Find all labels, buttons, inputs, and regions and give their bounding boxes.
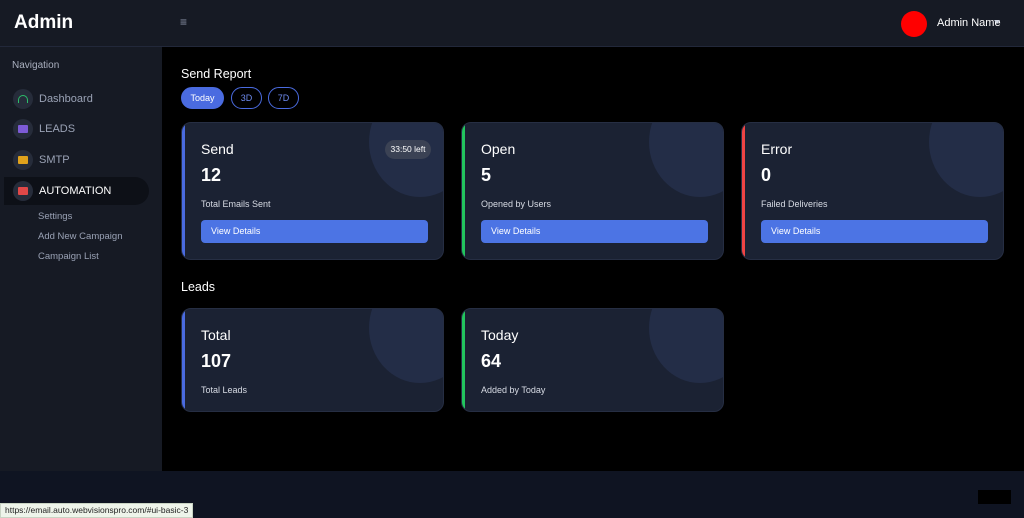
card-value: 5	[481, 165, 492, 185]
sidebar-heading: Navigation	[12, 60, 60, 71]
sidebar-item-leads[interactable]: LEADS	[4, 115, 149, 143]
total-leads-card: Total 107 Total Leads	[181, 308, 444, 412]
footer-widget	[978, 490, 1011, 504]
card-title: Send	[201, 141, 234, 157]
sidebar-subitem-settings[interactable]: Settings	[38, 211, 72, 222]
card-subtitle: Total Leads	[201, 385, 248, 395]
sidebar-item-label: Dashboard	[39, 93, 93, 105]
view-details-button[interactable]: View Details	[761, 220, 988, 243]
filter-7d-button[interactable]: 7D	[268, 87, 299, 109]
open-card: Open 5 Opened by Users View Details	[461, 122, 724, 260]
card-value: 107	[201, 351, 232, 371]
card-decoration	[369, 309, 443, 383]
card-accent-bar	[182, 123, 185, 259]
card-title: Total	[201, 327, 231, 343]
section-title-send-report: Send Report	[181, 67, 252, 81]
card-value: 64	[481, 351, 502, 371]
card-title: Today	[481, 327, 519, 343]
card-subtitle: Opened by Users	[481, 199, 552, 209]
time-left-badge: 33:50 left	[385, 140, 431, 159]
card-title: Open	[481, 141, 516, 157]
error-card: Error 0 Failed Deliveries View Details	[741, 122, 1004, 260]
send-card: Send 33:50 left 12 Total Emails Sent Vie…	[181, 122, 444, 260]
sidebar-item-automation[interactable]: AUTOMATION	[4, 177, 149, 205]
sidebar-item-label: AUTOMATION	[39, 185, 112, 197]
view-details-button[interactable]: View Details	[201, 220, 428, 243]
card-subtitle: Added by Today	[481, 385, 546, 395]
card-accent-bar	[182, 309, 185, 411]
filter-3d-button[interactable]: 3D	[231, 87, 262, 109]
card-value: 0	[761, 165, 772, 185]
today-leads-card: Today 64 Added by Today	[461, 308, 724, 412]
user-name[interactable]: Admin Name	[937, 17, 1001, 29]
status-bar-url: https://email.auto.webvisionspro.com/#ui…	[0, 503, 194, 518]
sidebar-item-label: SMTP	[39, 154, 70, 166]
chevron-down-icon[interactable]	[994, 20, 1000, 24]
sidebar-item-smtp[interactable]: SMTP	[4, 146, 149, 174]
id-card-icon	[13, 150, 33, 170]
top-navbar: Admin ≡ Admin Name	[0, 0, 1024, 47]
sidebar: Navigation Dashboard LEADS SMTP AUTOMATI…	[0, 47, 162, 471]
avatar[interactable]	[901, 11, 927, 37]
card-accent-bar	[742, 123, 745, 259]
card-subtitle: Total Emails Sent	[201, 199, 271, 209]
hamburger-icon[interactable]: ≡	[180, 15, 190, 29]
card-decoration	[649, 309, 723, 383]
sidebar-subitem-add-new-campaign[interactable]: Add New Campaign	[38, 231, 123, 242]
card-decoration	[929, 123, 1003, 197]
card-accent-bar	[462, 123, 465, 259]
card-accent-bar	[462, 309, 465, 411]
card-decoration	[649, 123, 723, 197]
id-card-icon	[13, 119, 33, 139]
card-subtitle: Failed Deliveries	[761, 199, 828, 209]
card-title: Error	[761, 141, 793, 157]
card-decoration	[369, 123, 443, 197]
section-title-leads: Leads	[181, 280, 216, 294]
id-card-icon	[13, 181, 33, 201]
card-value: 12	[201, 165, 222, 185]
sidebar-item-dashboard[interactable]: Dashboard	[4, 85, 149, 113]
sidebar-subitem-campaign-list[interactable]: Campaign List	[38, 251, 99, 262]
filter-today-button[interactable]: Today	[181, 87, 224, 109]
gauge-icon	[13, 89, 33, 109]
brand-logo[interactable]: Admin	[14, 12, 73, 34]
view-details-button[interactable]: View Details	[481, 220, 708, 243]
sidebar-item-label: LEADS	[39, 123, 76, 135]
